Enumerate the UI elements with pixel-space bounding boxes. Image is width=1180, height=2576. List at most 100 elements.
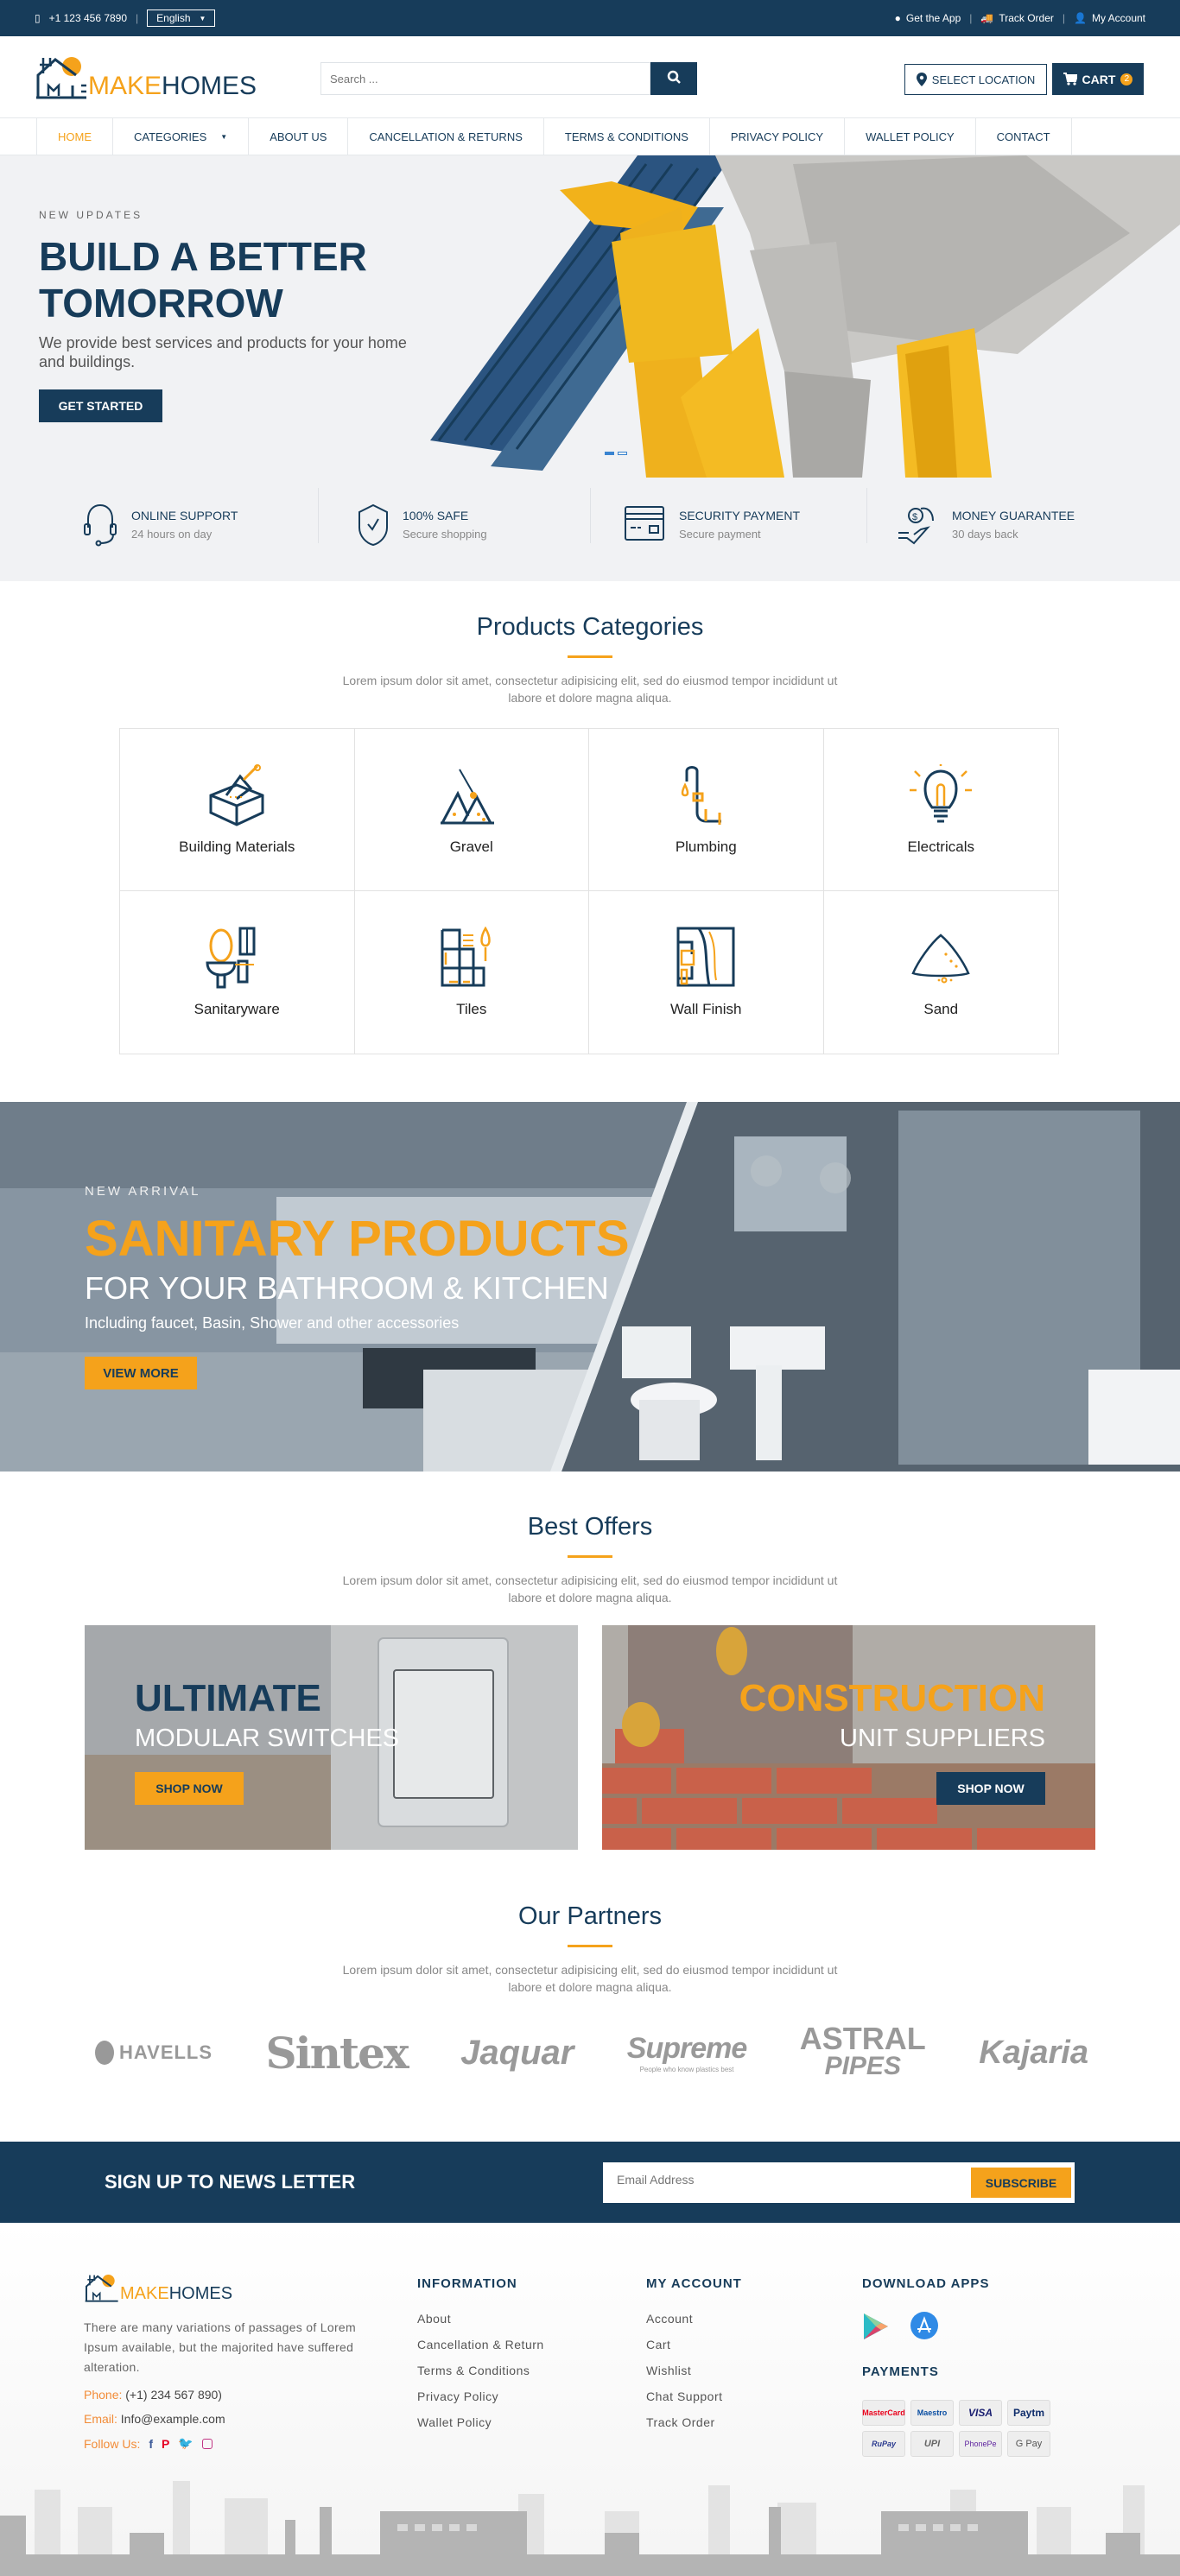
feature-title: SECURITY PAYMENT	[679, 509, 801, 522]
nav-label: PRIVACY POLICY	[730, 130, 824, 143]
category-sanitaryware[interactable]: Sanitaryware	[120, 891, 355, 1054]
sink-mirror-icon	[206, 927, 256, 989]
shop-now-button[interactable]: SHOP NOW	[135, 1772, 244, 1805]
category-wall-finish[interactable]: Wall Finish	[589, 891, 824, 1054]
category-building-materials[interactable]: Building Materials	[120, 729, 355, 891]
category-tiles[interactable]: Tiles	[355, 891, 589, 1054]
footer-col-title: PAYMENTS	[862, 2364, 939, 2379]
banner-kicker: NEW ARRIVAL	[85, 1184, 201, 1199]
logo[interactable]: MAKEHOMES	[35, 54, 257, 99]
partners-header: Our Partners Lorem ipsum dolor sit amet,…	[0, 1902, 1180, 1996]
partner-logo-astral[interactable]: ASTRAL PIPES	[800, 2023, 926, 2080]
offer-subtitle: UNIT SUPPLIERS	[840, 1725, 1045, 1752]
shop-now-button[interactable]: SHOP NOW	[936, 1772, 1045, 1805]
hero-subtitle: We provide best services and products fo…	[39, 334, 407, 370]
nav-item-home[interactable]: HOME	[36, 118, 112, 155]
nav-item-terms-conditions[interactable]: TERMS & CONDITIONS	[542, 118, 709, 155]
user-icon: 👤	[1074, 12, 1087, 24]
partner-logo-sintex[interactable]: Sintex	[266, 2028, 409, 2079]
category-label: Plumbing	[675, 838, 737, 855]
offer-card-switches[interactable]: ULTIMATE MODULAR SWITCHES SHOP NOW	[85, 1625, 578, 1850]
nav-item-cancellation-returns[interactable]: CANCELLATION & RETURNS	[347, 118, 542, 155]
maestro-icon: Maestro	[910, 2400, 954, 2426]
view-more-button[interactable]: VIEW MORE	[85, 1357, 197, 1389]
topbar-phone: +1 123 456 7890	[48, 12, 128, 24]
partner-tagline: People who know plastics best	[639, 2066, 734, 2073]
category-label: Gravel	[449, 838, 493, 855]
category-sand[interactable]: Sand	[824, 891, 1059, 1054]
nav-item-about-us[interactable]: ABOUT US	[248, 118, 347, 155]
faucet-pipe-icon	[682, 765, 722, 825]
divider: |	[1062, 12, 1066, 24]
footer-link-cancellation[interactable]: Cancellation & Return	[417, 2338, 544, 2351]
top-bar: ▯ +1 123 456 7890 | English ▼ ● Get the …	[0, 0, 1180, 36]
map-pin-icon	[916, 73, 927, 86]
divider	[866, 488, 867, 543]
track-order-link[interactable]: 🚚 Track Order	[980, 12, 1054, 24]
partner-logo-kajaria[interactable]: Kajaria	[979, 2035, 1088, 2072]
footer-apps-payments: DOWNLOAD APPS PAYMENTS MasterCard Maestr…	[862, 2276, 1050, 2457]
search-icon	[667, 70, 681, 84]
footer-link-about[interactable]: About	[417, 2312, 544, 2326]
partner-logo-havells[interactable]: HAVELLS	[95, 2041, 213, 2065]
app-store-icon[interactable]	[910, 2312, 938, 2345]
main-nav: HOME CATEGORIES ▼ ABOUT US CANCELLATION &…	[0, 117, 1180, 155]
footer-link-privacy[interactable]: Privacy Policy	[417, 2389, 544, 2403]
subscribe-button[interactable]: SUBSCRIBE	[971, 2168, 1071, 2198]
select-location-button[interactable]: SELECT LOCATION	[904, 64, 1047, 95]
slider-dot-1[interactable]	[605, 452, 614, 455]
footer-link-terms[interactable]: Terms & Conditions	[417, 2364, 544, 2377]
pinterest-icon[interactable]: P	[162, 2437, 169, 2451]
footer-link-wishlist[interactable]: Wishlist	[646, 2364, 742, 2377]
google-play-icon[interactable]	[862, 2312, 890, 2345]
offer-title: ULTIMATE	[135, 1677, 321, 1719]
footer-link-cart[interactable]: Cart	[646, 2338, 742, 2351]
footer-logo[interactable]: MAKEHOMES	[84, 2273, 369, 2302]
get-started-button[interactable]: GET STARTED	[39, 389, 162, 422]
mastercard-icon: MasterCard	[862, 2400, 905, 2426]
search-button[interactable]	[650, 62, 697, 95]
categories-grid: Building Materials Gravel Plumbing Elect…	[119, 728, 1059, 1054]
my-account-link[interactable]: 👤 My Account	[1074, 12, 1145, 24]
upi-icon: UPI	[910, 2431, 954, 2457]
house-logo-icon	[85, 2274, 118, 2302]
search-input[interactable]	[320, 62, 650, 95]
rupay-icon: RuPay	[862, 2431, 905, 2457]
android-icon: ●	[894, 12, 901, 24]
footer-link-account[interactable]: Account	[646, 2312, 742, 2326]
phone-label: Phone:	[84, 2388, 123, 2402]
headset-icon	[84, 503, 117, 547]
nav-item-categories[interactable]: CATEGORIES ▼	[112, 118, 248, 155]
nav-item-contact[interactable]: CONTACT	[974, 118, 1072, 155]
nav-item-wallet-policy[interactable]: WALLET POLICY	[844, 118, 975, 155]
slider-dot-2[interactable]	[618, 452, 627, 455]
category-electricals[interactable]: Electricals	[823, 729, 1058, 891]
footer-link-wallet[interactable]: Wallet Policy	[417, 2415, 544, 2429]
partner-logo-jaquar[interactable]: Jaquar	[460, 2034, 574, 2073]
footer-phone: Phone: (+1) 234 567 890)	[84, 2388, 369, 2402]
footer-link-chat-support[interactable]: Chat Support	[646, 2389, 742, 2403]
cart-button[interactable]: CART 2	[1052, 63, 1144, 95]
newsletter-title: SIGN UP TO NEWS LETTER	[105, 2171, 356, 2193]
nav-item-privacy-policy[interactable]: PRIVACY POLICY	[708, 118, 844, 155]
get-app-link[interactable]: ● Get the App	[895, 12, 961, 24]
category-plumbing[interactable]: Plumbing	[589, 729, 824, 891]
offer-card-construction[interactable]: CONSTRUCTION UNIT SUPPLIERS SHOP NOW	[602, 1625, 1095, 1850]
footer-about-text: There are many variations of passages of…	[84, 2320, 356, 2374]
email-link[interactable]: Info@example.com	[121, 2412, 225, 2426]
feature-title: ONLINE SUPPORT	[131, 509, 238, 522]
title-underline	[568, 1555, 612, 1558]
slider-dots	[605, 452, 627, 455]
sand-pile-icon	[911, 934, 970, 984]
language-select[interactable]: English ▼	[147, 9, 216, 27]
twitter-icon[interactable]: 🐦	[178, 2436, 193, 2451]
footer-link-track-order[interactable]: Track Order	[646, 2415, 742, 2429]
partner-logo-supreme[interactable]: Supreme People who know plastics best	[627, 2032, 747, 2073]
nav-label: HOME	[58, 130, 92, 143]
search-form	[320, 62, 697, 95]
facebook-icon[interactable]: f	[149, 2437, 153, 2451]
instagram-icon[interactable]	[201, 2438, 213, 2449]
category-gravel[interactable]: Gravel	[354, 729, 589, 891]
email-input[interactable]	[617, 2173, 962, 2187]
logo-homes-text: HOMES	[162, 72, 257, 100]
